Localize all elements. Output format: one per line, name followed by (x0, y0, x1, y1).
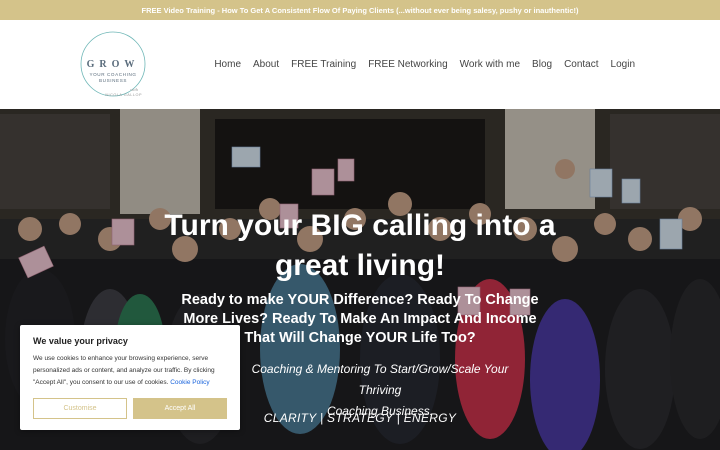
nav-about[interactable]: About (253, 59, 279, 70)
main-nav: Home About FREE Training FREE Networking… (202, 59, 635, 70)
cookie-body: We use cookies to enhance your browsing … (33, 353, 231, 389)
announcement-text[interactable]: FREE Video Training - How To Get A Consi… (142, 6, 579, 15)
nav-blog[interactable]: Blog (532, 59, 552, 70)
announcement-bar[interactable]: FREE Video Training - How To Get A Consi… (0, 0, 720, 20)
customise-button[interactable]: Customise (33, 398, 127, 419)
hero-tag-line-1: Coaching & Mentoring To Start/Grow/Scale… (251, 362, 509, 397)
logo-line-4: NICOLA GALLOP (105, 93, 142, 97)
logo-line-2: BUSINESS (98, 78, 128, 83)
logo-line-1: YOUR COACHING (89, 72, 137, 77)
hero-pillars: CLARITY | STRATEGY | ENERGY (263, 411, 457, 425)
hero-sub-line-1: Ready to make YOUR Difference? Ready To … (181, 292, 539, 308)
logo-word: GROW (86, 59, 140, 70)
hero-headline: Turn your BIG calling into a great livin… (150, 206, 570, 286)
nav-free-training[interactable]: FREE Training (291, 59, 356, 70)
nav-home[interactable]: Home (214, 59, 241, 70)
site-header: GROW YOUR COACHING BUSINESS with NICOLA … (0, 20, 720, 109)
cookie-policy-link[interactable]: Cookie Policy (170, 379, 209, 386)
nav-free-networking[interactable]: FREE Networking (368, 59, 447, 70)
nav-login[interactable]: Login (611, 59, 635, 70)
logo-line-3: with (130, 87, 138, 92)
hero-headline-line-2: great living! (274, 249, 446, 282)
cookie-consent-banner: We value your privacy We use cookies to … (20, 325, 240, 430)
nav-work-with-me[interactable]: Work with me (460, 59, 520, 70)
nav-contact[interactable]: Contact (564, 59, 598, 70)
cookie-title: We value your privacy (33, 336, 128, 346)
site-logo[interactable]: GROW YOUR COACHING BUSINESS with NICOLA … (78, 26, 148, 97)
accept-all-button[interactable]: Accept All (133, 398, 227, 419)
hero-headline-line-1: Turn your BIG calling into a (164, 209, 556, 242)
